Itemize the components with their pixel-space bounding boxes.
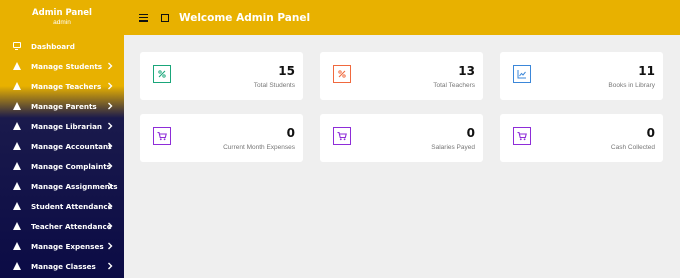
sidebar-item-manage-accountant[interactable]: Manage Accountant: [0, 136, 124, 156]
chevron-right-icon: [108, 62, 113, 70]
monitor-icon: [12, 42, 21, 51]
stat-value: 0: [646, 126, 655, 140]
chevron-right-icon: [108, 82, 113, 90]
stat-label: Current Month Expenses: [223, 144, 295, 151]
stat-value: 15: [278, 64, 295, 78]
line-chart-icon: [513, 65, 531, 83]
triangle-icon: [12, 202, 21, 211]
stat-card-books-in-library: 11 Books in Library: [500, 52, 663, 100]
sidebar-item-label: Dashboard: [31, 41, 75, 51]
chevron-right-icon: [108, 162, 113, 170]
percent-icon: [153, 65, 171, 83]
sidebar-item-manage-assignments[interactable]: Manage Assignments: [0, 176, 124, 196]
stat-card-salaries-payed: 0 Salaries Payed: [320, 114, 483, 162]
chevron-right-icon: [108, 262, 113, 270]
stat-card-current-month-expenses: 0 Current Month Expenses: [140, 114, 303, 162]
stat-label: Total Students: [253, 82, 295, 89]
chevron-right-icon: [108, 242, 113, 250]
sidebar-item-manage-complaints[interactable]: Manage Complaints: [0, 156, 124, 176]
brand-name: Admin Panel: [32, 8, 92, 18]
triangle-icon: [12, 162, 21, 171]
sidebar-item-manage-classes[interactable]: Manage Classes: [0, 256, 124, 276]
brand-user: admin: [53, 19, 71, 26]
stat-label: Cash Collected: [610, 144, 655, 151]
top-bar: Welcome Admin Panel: [124, 0, 680, 35]
cart-icon: [153, 127, 171, 145]
triangle-icon: [12, 122, 21, 131]
sidebar-item-label: Manage Complaints: [31, 161, 111, 171]
sidebar-item-label: Manage Accountant: [31, 141, 112, 151]
sidebar-menu: Dashboard Manage Students Manage Teacher…: [0, 36, 124, 276]
sidebar-item-label: Manage Teachers: [31, 81, 102, 91]
chevron-right-icon: [108, 122, 113, 130]
triangle-icon: [12, 62, 21, 71]
sidebar-item-label: Manage Assignments: [31, 181, 118, 191]
stat-value: 0: [466, 126, 475, 140]
chevron-right-icon: [108, 222, 113, 230]
menu-toggle-icon[interactable]: [139, 13, 148, 22]
triangle-icon: [12, 102, 21, 111]
chevron-right-icon: [108, 142, 113, 150]
triangle-icon: [12, 182, 21, 191]
stat-label: Salaries Payed: [431, 144, 475, 151]
sidebar-item-label: Manage Parents: [31, 101, 97, 111]
triangle-icon: [12, 222, 21, 231]
stat-card-cash-collected: 0 Cash Collected: [500, 114, 663, 162]
stat-card-total-students: 15 Total Students: [140, 52, 303, 100]
sidebar-item-dashboard[interactable]: Dashboard: [0, 36, 124, 56]
percent-icon: [333, 65, 351, 83]
stat-label: Books in Library: [608, 82, 655, 89]
chevron-right-icon: [108, 202, 113, 210]
cart-icon: [333, 127, 351, 145]
sidebar-item-label: Manage Classes: [31, 261, 96, 271]
sidebar-item-student-attendance[interactable]: Student Attendance: [0, 196, 124, 216]
sidebar-item-label: Manage Expenses: [31, 241, 104, 251]
page-title: Welcome Admin Panel: [179, 11, 311, 24]
sidebar-item-manage-librarian[interactable]: Manage Librarian: [0, 116, 124, 136]
triangle-icon: [12, 242, 21, 251]
sidebar-item-label: Manage Students: [31, 61, 103, 71]
stat-label: Total Teachers: [433, 82, 475, 89]
brand: Admin Panel admin: [0, 0, 124, 35]
sidebar-item-label: Student Attendance: [31, 201, 113, 211]
sidebar: Admin Panel admin Dashboard Manage Stude…: [0, 0, 124, 278]
sidebar-item-manage-teachers[interactable]: Manage Teachers: [0, 76, 124, 96]
fullscreen-icon[interactable]: [161, 13, 169, 22]
chevron-right-icon: [108, 182, 113, 190]
triangle-icon: [12, 142, 21, 151]
triangle-icon: [12, 82, 21, 91]
stat-value: 0: [286, 126, 295, 140]
cart-icon: [513, 127, 531, 145]
sidebar-item-label: Manage Librarian: [31, 121, 103, 131]
triangle-icon: [12, 262, 21, 271]
chevron-right-icon: [108, 102, 113, 110]
sidebar-item-teacher-attendance[interactable]: Teacher Attendance: [0, 216, 124, 236]
stat-card-total-teachers: 13 Total Teachers: [320, 52, 483, 100]
stat-value: 13: [458, 64, 475, 78]
sidebar-item-label: Teacher Attendance: [31, 221, 112, 231]
stat-value: 11: [638, 64, 655, 78]
sidebar-item-manage-expenses[interactable]: Manage Expenses: [0, 236, 124, 256]
sidebar-item-manage-parents[interactable]: Manage Parents: [0, 96, 124, 116]
sidebar-item-manage-students[interactable]: Manage Students: [0, 56, 124, 76]
